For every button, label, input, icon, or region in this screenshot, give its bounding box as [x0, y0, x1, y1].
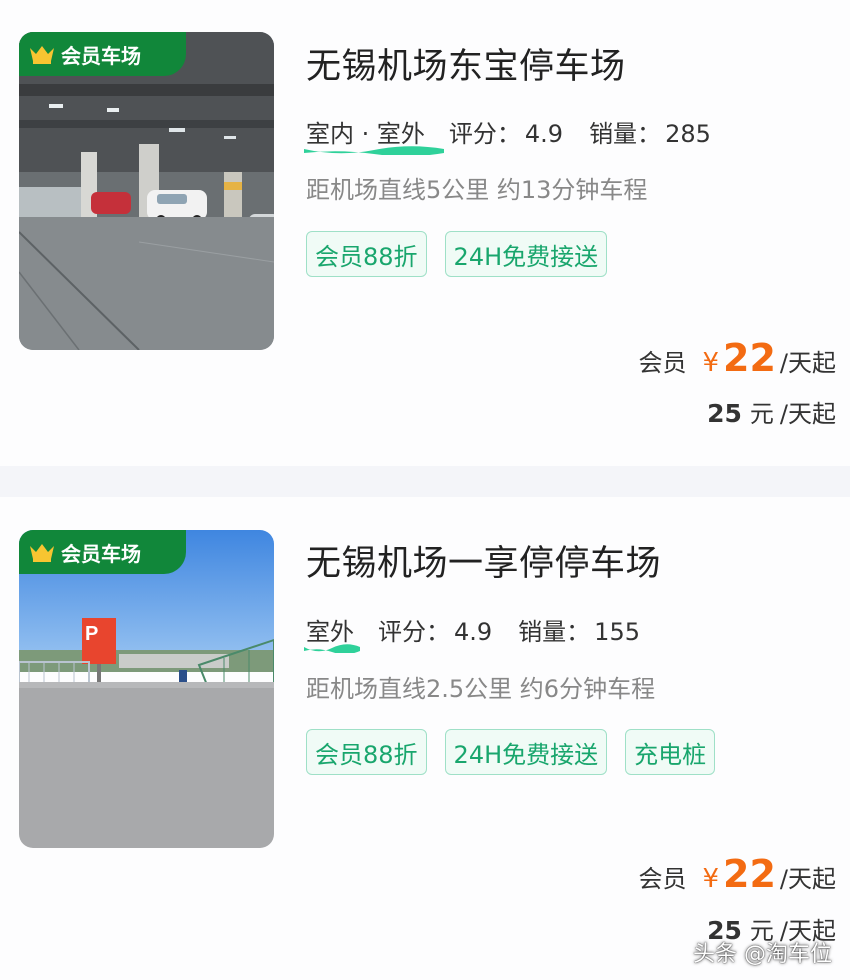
per-day-label: /天起: [779, 865, 836, 893]
normal-price: 25 元 /天起: [707, 394, 836, 429]
distance-text: 距机场直线2.5公里 约6分钟车程: [306, 675, 656, 703]
parking-photo[interactable]: 会员车场: [19, 32, 274, 350]
currency-symbol: ¥: [702, 864, 720, 894]
member-price-amount: 22: [723, 852, 776, 896]
member-price-label: 会员: [638, 349, 687, 377]
watermark: 头条 @淘车位: [693, 942, 832, 967]
per-day-label: /天起: [779, 400, 836, 428]
normal-price-amount: 25: [707, 399, 742, 428]
distance-text: 距机场直线5公里 约13分钟车程: [306, 176, 648, 204]
badge-label: 会员车场: [61, 43, 141, 68]
parking-title[interactable]: 无锡机场一享停停车场: [306, 535, 661, 586]
parking-title[interactable]: 无锡机场东宝停车场: [306, 38, 626, 89]
outdoor-lot-photo: P: [19, 530, 274, 848]
tag-member-discount: 会员88折: [306, 729, 427, 775]
member-parking-badge: 会员车场: [19, 32, 186, 76]
member-parking-badge: 会员车场: [19, 530, 186, 574]
member-price-amount: 22: [723, 336, 776, 380]
member-price: 会员 ¥ 22 /天起: [638, 336, 836, 380]
indoor-garage-photo: [19, 32, 274, 350]
feature-tags: 会员88折 24H免费接送: [306, 231, 826, 299]
sales-value: 155: [594, 618, 640, 646]
crown-icon: [30, 46, 54, 64]
parking-listing-card[interactable]: P 会员车场 无锡机场一享停停车场 室外 评分： 4.9 销量： 155 距机场…: [0, 497, 850, 980]
per-day-label: /天起: [779, 349, 836, 377]
environment-label: 室外: [304, 612, 360, 653]
rating-value: 4.9: [524, 120, 564, 148]
parking-meta: 室内 · 室外 评分： 4.9 销量： 285: [304, 114, 737, 155]
sales-label: 销量：: [589, 120, 662, 148]
normal-price-currency: 元: [749, 400, 774, 428]
highlight-wave-icon: [304, 146, 444, 155]
svg-text:P: P: [85, 623, 98, 645]
parking-meta: 室外 评分： 4.9 销量： 155: [304, 612, 666, 653]
tag-charging-pile: 充电桩: [625, 729, 716, 775]
environment-text: 室外: [306, 618, 354, 646]
parking-listing-card[interactable]: 会员车场 无锡机场东宝停车场 室内 · 室外 评分： 4.9 销量： 285 距…: [0, 0, 850, 466]
sales-value: 285: [665, 120, 711, 148]
tag-free-shuttle: 24H免费接送: [444, 729, 608, 775]
member-price-label: 会员: [638, 865, 687, 893]
tag-free-shuttle: 24H免费接送: [444, 231, 608, 277]
member-price: 会员 ¥ 22 /天起: [638, 852, 836, 896]
environment-label: 室内 · 室外: [304, 114, 444, 155]
badge-label: 会员车场: [61, 541, 141, 566]
tag-member-discount: 会员88折: [306, 231, 427, 277]
highlight-wave-icon: [304, 644, 360, 653]
parking-photo[interactable]: P 会员车场: [19, 530, 274, 848]
feature-tags: 会员88折 24H免费接送 充电桩: [306, 729, 826, 797]
rating-label: 评分：: [378, 618, 450, 646]
rating-label: 评分：: [448, 120, 521, 148]
sales-label: 销量：: [518, 618, 591, 646]
currency-symbol: ¥: [702, 348, 720, 378]
crown-icon: [30, 544, 54, 562]
environment-text: 室内 · 室外: [306, 120, 425, 148]
rating-value: 4.9: [454, 618, 493, 646]
